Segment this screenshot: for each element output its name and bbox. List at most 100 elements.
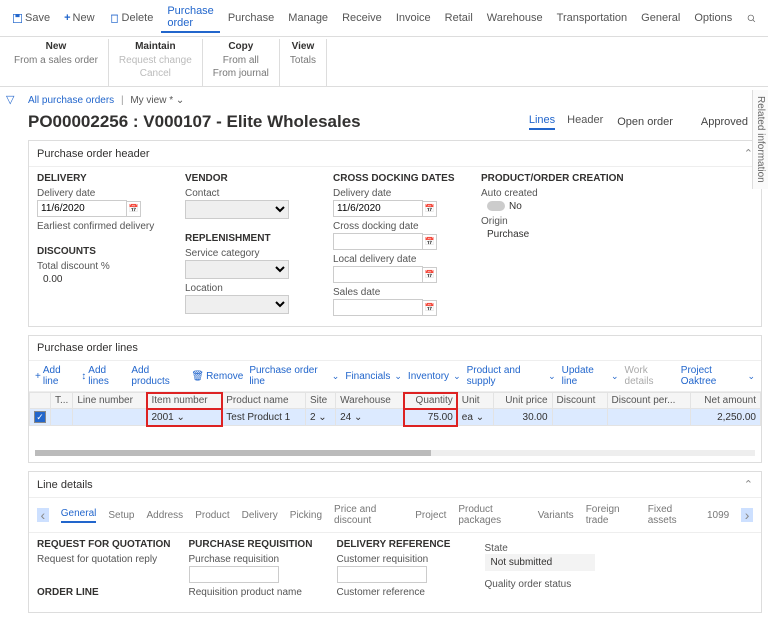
- col-qty[interactable]: Quantity: [404, 393, 457, 409]
- po-line-menu[interactable]: Purchase order line: [249, 365, 339, 387]
- cell-product[interactable]: Test Product 1: [222, 409, 306, 426]
- calendar-icon[interactable]: 📅: [423, 267, 437, 283]
- sales-date-label: Sales date: [333, 287, 463, 298]
- add-line-btn[interactable]: + Add line: [35, 365, 75, 387]
- tab-general[interactable]: General: [635, 10, 686, 26]
- service-category-label: Service category: [185, 248, 315, 259]
- dtab-1099[interactable]: 1099: [707, 510, 729, 521]
- calendar-icon[interactable]: 📅: [423, 201, 437, 217]
- tab-purchase-order[interactable]: Purchase order: [161, 3, 219, 33]
- dtab-picking[interactable]: Picking: [290, 510, 322, 521]
- origin-value: Purchase: [481, 227, 624, 240]
- lines-grid[interactable]: T... Line number Item number Product nam…: [29, 392, 761, 426]
- tab-receive[interactable]: Receive: [336, 10, 388, 26]
- cell-net[interactable]: 2,250.00: [691, 409, 761, 426]
- delivery-date-input[interactable]: [37, 200, 127, 217]
- crossdock-date-label: Cross docking date: [333, 221, 463, 232]
- tabs-next[interactable]: [741, 508, 753, 522]
- discount-label: Total discount %: [37, 261, 167, 272]
- top-command-bar: Save +New Delete Purchase order Purchase…: [0, 0, 768, 37]
- dtab-fixed[interactable]: Fixed assets: [648, 504, 695, 526]
- related-info-tab[interactable]: Related information: [752, 90, 768, 189]
- save-button[interactable]: Save: [6, 10, 56, 26]
- request-change: Request change: [119, 54, 192, 67]
- add-products-btn[interactable]: Add products: [131, 365, 185, 387]
- tab-invoice[interactable]: Invoice: [390, 10, 437, 26]
- tabs-prev[interactable]: [37, 508, 49, 522]
- location-select[interactable]: [185, 295, 289, 314]
- inventory-menu[interactable]: Inventory: [408, 371, 461, 382]
- calendar-icon[interactable]: 📅: [127, 201, 141, 217]
- tab-purchase[interactable]: Purchase: [222, 10, 280, 26]
- col-warehouse[interactable]: Warehouse: [336, 393, 405, 409]
- remove-btn[interactable]: 🗑 Remove: [191, 371, 243, 382]
- dtab-packages[interactable]: Product packages: [458, 504, 525, 526]
- contact-label: Contact: [185, 188, 315, 199]
- cell-item[interactable]: 2001: [151, 412, 173, 423]
- delete-button[interactable]: Delete: [103, 10, 160, 26]
- col-linenum[interactable]: Line number: [73, 393, 147, 409]
- dtab-foreign[interactable]: Foreign trade: [586, 504, 636, 526]
- tab-header[interactable]: Header: [567, 114, 603, 130]
- col-price[interactable]: Unit price: [493, 393, 552, 409]
- row-checkbox[interactable]: ✓: [34, 411, 46, 423]
- financials-menu[interactable]: Financials: [345, 371, 402, 382]
- breadcrumb-myview[interactable]: My view * ⌄: [130, 95, 184, 106]
- product-supply-menu[interactable]: Product and supply: [467, 365, 556, 387]
- cd-delivery-input[interactable]: [333, 200, 423, 217]
- tab-lines[interactable]: Lines: [529, 114, 555, 130]
- dtab-variants[interactable]: Variants: [538, 510, 574, 521]
- contact-select[interactable]: [185, 200, 289, 219]
- dtab-price[interactable]: Price and discount: [334, 504, 403, 526]
- auto-toggle[interactable]: [487, 201, 505, 211]
- calendar-icon[interactable]: 📅: [423, 234, 437, 250]
- status-approved: Approved: [687, 114, 762, 130]
- col-item[interactable]: Item number: [147, 393, 222, 409]
- cell-warehouse[interactable]: 24: [340, 412, 351, 423]
- col-discpct[interactable]: Discount per...: [607, 393, 691, 409]
- cell-unit[interactable]: ea: [462, 412, 473, 423]
- cust-req-input[interactable]: [337, 566, 427, 583]
- tab-warehouse[interactable]: Warehouse: [481, 10, 549, 26]
- dtab-address[interactable]: Address: [147, 510, 184, 521]
- service-category-select[interactable]: [185, 260, 289, 279]
- col-product[interactable]: Product name: [222, 393, 306, 409]
- add-lines-btn[interactable]: ↕ Add lines: [81, 365, 125, 387]
- dtab-product[interactable]: Product: [195, 510, 229, 521]
- col-site[interactable]: Site: [305, 393, 335, 409]
- pr-input[interactable]: [189, 566, 279, 583]
- from-all[interactable]: From all: [213, 54, 269, 67]
- breadcrumb-all[interactable]: All purchase orders: [28, 95, 114, 106]
- col-unit[interactable]: Unit: [457, 393, 493, 409]
- cell-site[interactable]: 2: [310, 412, 316, 423]
- tab-manage[interactable]: Manage: [282, 10, 334, 26]
- sales-date-input[interactable]: [333, 299, 423, 316]
- col-net[interactable]: Net amount: [691, 393, 761, 409]
- dtab-general[interactable]: General: [61, 508, 97, 523]
- update-line-menu[interactable]: Update line: [562, 365, 619, 387]
- from-sales-order[interactable]: From a sales order: [14, 54, 98, 67]
- tab-options[interactable]: Options: [688, 10, 738, 26]
- cell-qty[interactable]: 75.00: [404, 409, 457, 426]
- from-journal[interactable]: From journal: [213, 67, 269, 80]
- po-lines-title: Purchase order lines: [37, 342, 138, 354]
- filter-icon[interactable]: ▽: [6, 93, 14, 106]
- collapse-icon[interactable]: [744, 478, 753, 491]
- calendar-icon[interactable]: 📅: [423, 300, 437, 316]
- totals[interactable]: Totals: [290, 54, 316, 67]
- cell-price[interactable]: 30.00: [493, 409, 552, 426]
- table-row[interactable]: ✓ 2001 ⌄ Test Product 1 2 ⌄ 24 ⌄ 75.00 e…: [30, 409, 761, 426]
- tab-transportation[interactable]: Transportation: [551, 10, 634, 26]
- project-menu[interactable]: Project Oaktree: [681, 365, 755, 387]
- dtab-setup[interactable]: Setup: [108, 510, 134, 521]
- horizontal-scrollbar[interactable]: [35, 450, 755, 456]
- dtab-delivery[interactable]: Delivery: [242, 510, 278, 521]
- dtab-project[interactable]: Project: [415, 510, 446, 521]
- col-type[interactable]: T...: [51, 393, 73, 409]
- new-button[interactable]: +New: [58, 10, 100, 26]
- tab-retail[interactable]: Retail: [439, 10, 479, 26]
- col-discount[interactable]: Discount: [552, 393, 607, 409]
- crossdock-date-input[interactable]: [333, 233, 423, 250]
- local-delivery-input[interactable]: [333, 266, 423, 283]
- search-button[interactable]: [740, 11, 763, 26]
